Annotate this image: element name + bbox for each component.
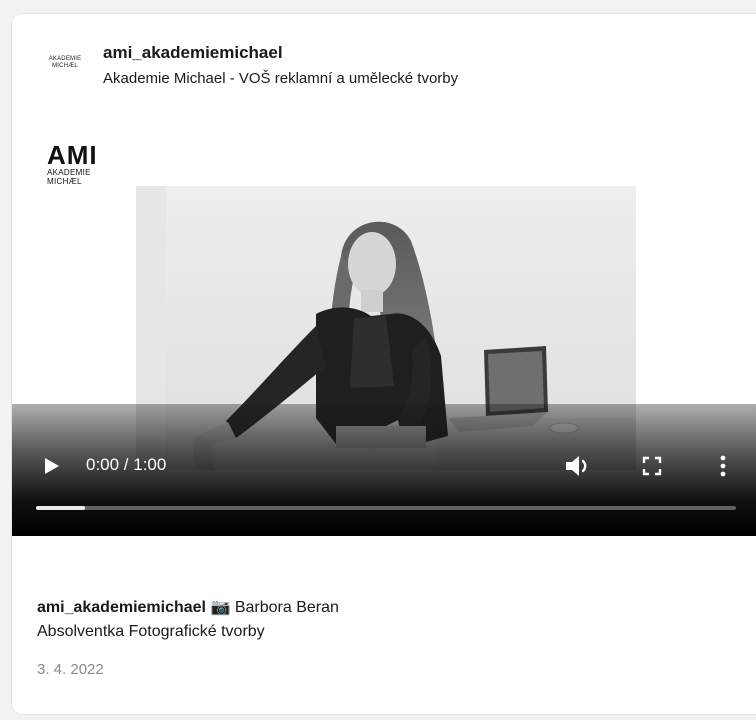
post-card: AKADEMIE MICHÆL ami_akademiemichael Akad… (12, 14, 756, 714)
fullscreen-button[interactable] (641, 455, 663, 477)
account-username[interactable]: ami_akademiemichael (103, 43, 283, 63)
more-options-button[interactable] (716, 453, 730, 479)
avatar-logo-line2: MICHÆL (52, 63, 78, 69)
fullscreen-icon (642, 456, 662, 476)
ami-logo-mark: AMI (47, 140, 98, 170)
caption-line-1: ami_akademiemichael 📷 Barbora Beran (37, 596, 737, 620)
avatar-logo-line1: AKADEMIE (48, 56, 82, 62)
post-caption: ami_akademiemichael 📷 Barbora Beran Abso… (37, 596, 737, 644)
play-icon (45, 458, 59, 474)
playback-time: 0:00 / 1:00 (86, 455, 167, 474)
video-player[interactable]: AMI AKADEMIE MICHÆL 0:00 / 1:00 (12, 120, 756, 536)
post-header: AKADEMIE MICHÆL ami_akademiemichael Akad… (12, 14, 756, 104)
ami-logo-line1: AKADEMIE (47, 168, 91, 177)
caption-username[interactable]: ami_akademiemichael (37, 599, 206, 616)
account-fullname: Akademie Michael - VOŠ reklamní a umělec… (103, 70, 459, 87)
video-progress-bar[interactable] (36, 506, 736, 510)
account-avatar-logo[interactable]: AKADEMIE MICHÆL (40, 56, 90, 70)
player-controls: 0:00 / 1:00 (12, 446, 756, 486)
video-progress-fill (36, 506, 85, 510)
ami-brand-logo: AMI AKADEMIE MICHÆL (47, 142, 98, 186)
more-vertical-icon (720, 455, 726, 477)
volume-icon (566, 456, 587, 476)
caption-photographer-name: Barbora Beran (234, 599, 339, 616)
play-button[interactable] (42, 456, 62, 476)
post-date[interactable]: 3. 4. 2022 (37, 661, 104, 678)
camera-emoji-icon: 📷 (210, 599, 231, 616)
caption-line-2: Absolventka Fotografické tvorby (37, 623, 265, 640)
volume-button[interactable] (564, 454, 592, 478)
ami-logo-line2: MICHÆL (47, 177, 82, 186)
